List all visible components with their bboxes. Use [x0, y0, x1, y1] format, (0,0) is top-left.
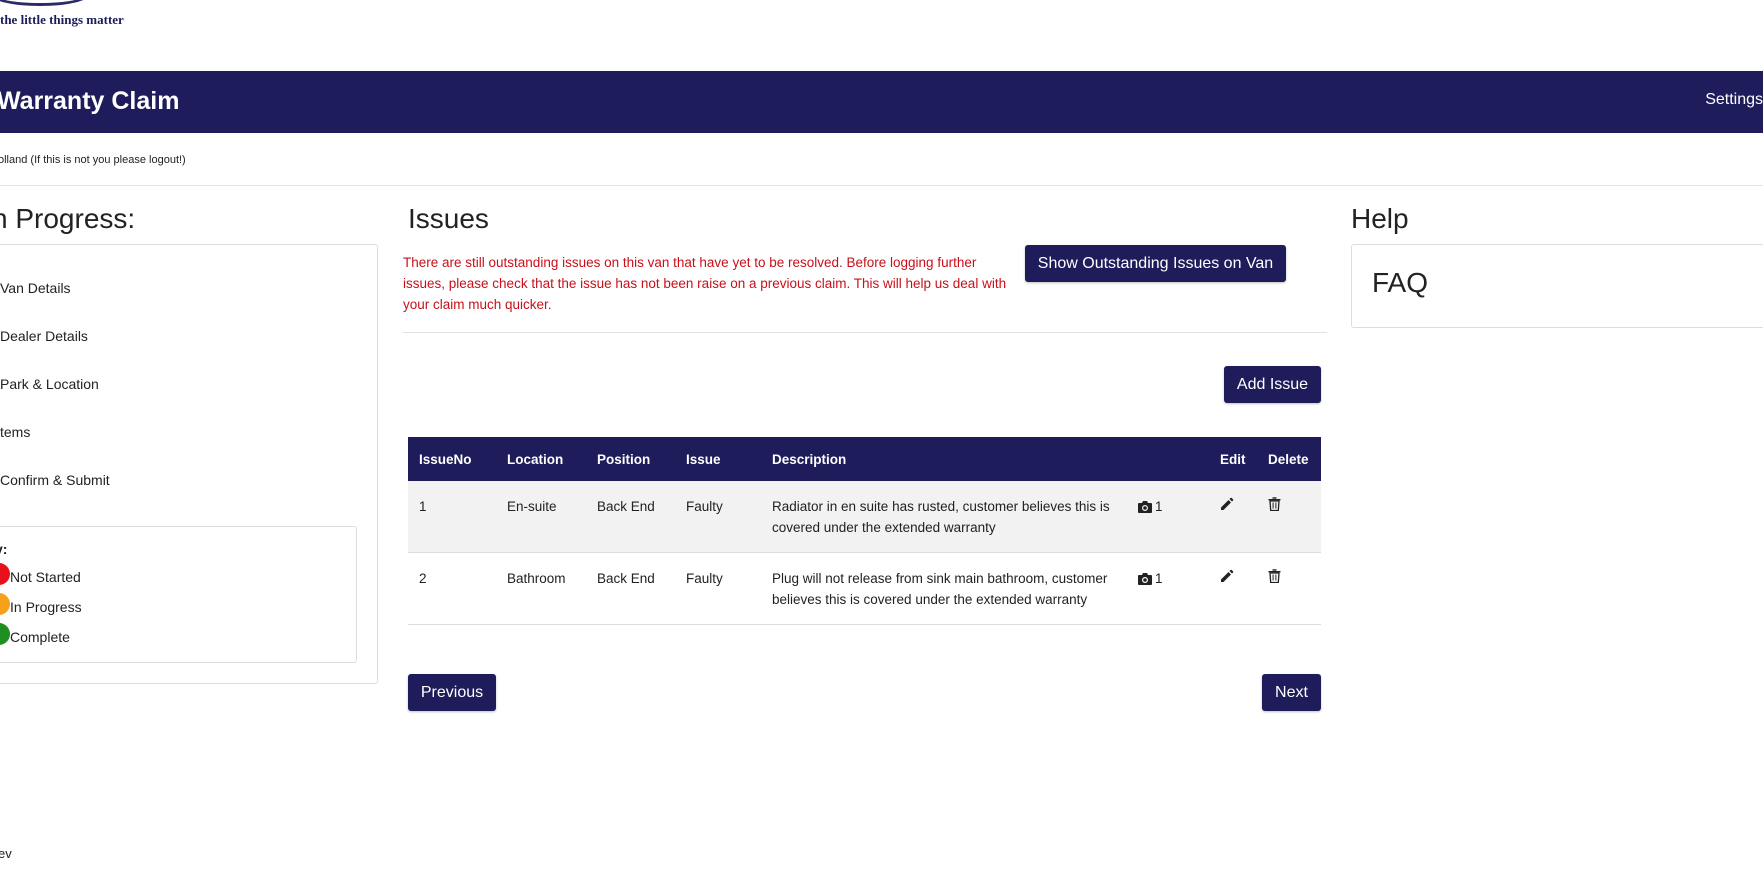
outstanding-issues-warning: There are still outstanding issues on th…	[403, 255, 1007, 312]
trash-icon	[1268, 569, 1281, 584]
brand-tagline: the little things matter	[0, 12, 124, 27]
step-van-details[interactable]: Van Details	[0, 280, 71, 296]
red-status-dot-icon	[0, 563, 10, 585]
status-key-title: y:	[0, 541, 8, 557]
table-row: 1 En-suite Back End Faulty Radiator in e…	[408, 481, 1321, 553]
progress-title: n Progress:	[0, 203, 136, 234]
photos-link[interactable]: 1	[1138, 568, 1163, 589]
cell-description: Plug will not release from sink main bat…	[761, 552, 1127, 625]
footer-text: ev	[0, 846, 12, 861]
logo	[0, 0, 90, 6]
camera-icon	[1138, 501, 1152, 513]
issues-table: IssueNo Location Position Issue Descript…	[408, 437, 1321, 625]
cell-photos: 1	[1127, 481, 1209, 553]
step-park-location[interactable]: Park & Location	[0, 376, 99, 392]
cell-photos: 1	[1127, 552, 1209, 625]
show-outstanding-issues-button[interactable]: Show Outstanding Issues on Van	[1025, 245, 1286, 282]
cell-location: En-suite	[496, 481, 586, 553]
column-header-photos	[1127, 437, 1209, 481]
status-key: y: Not Started In Progress Complete	[0, 526, 357, 663]
key-label: Complete	[10, 629, 70, 645]
photo-count: 1	[1155, 499, 1163, 514]
cell-edit	[1209, 552, 1257, 625]
column-header-edit: Edit	[1209, 437, 1257, 481]
trash-icon	[1268, 497, 1281, 512]
photo-count: 1	[1155, 571, 1163, 586]
cell-issue: Faulty	[675, 481, 761, 553]
table-row: 2 Bathroom Back End Faulty Plug will not…	[408, 552, 1321, 625]
help-panel: FAQ	[1351, 244, 1763, 328]
cell-issue-no: 1	[408, 481, 496, 553]
help-title: Help	[1351, 203, 1409, 234]
pencil-icon	[1221, 569, 1234, 582]
column-header-delete: Delete	[1257, 437, 1321, 481]
cell-edit	[1209, 481, 1257, 553]
cell-delete	[1257, 481, 1321, 553]
key-label: In Progress	[10, 599, 82, 615]
issues-title: Issues	[408, 203, 489, 234]
delete-button[interactable]	[1268, 568, 1281, 589]
cell-delete	[1257, 552, 1321, 625]
step-dealer-details[interactable]: Dealer Details	[0, 328, 88, 344]
table-header-row: IssueNo Location Position Issue Descript…	[408, 437, 1321, 481]
step-items[interactable]: tems	[0, 424, 30, 440]
user-notice: olland (If this is not you please logout…	[0, 154, 186, 166]
cell-position: Back End	[586, 481, 675, 553]
key-label: Not Started	[10, 569, 81, 585]
cell-issue: Faulty	[675, 552, 761, 625]
next-button[interactable]: Next	[1262, 674, 1321, 711]
page-title: Warranty Claim	[0, 87, 180, 115]
settings-link[interactable]: Settings	[1705, 91, 1763, 109]
divider	[403, 332, 1327, 333]
top-navbar: Warranty Claim Settings	[0, 71, 1763, 133]
column-header-location: Location	[496, 437, 586, 481]
green-status-dot-icon	[0, 623, 10, 645]
step-confirm-submit[interactable]: Confirm & Submit	[0, 472, 110, 488]
previous-button[interactable]: Previous	[408, 674, 496, 711]
divider	[0, 185, 1763, 186]
column-header-issue: Issue	[675, 437, 761, 481]
cell-location: Bathroom	[496, 552, 586, 625]
add-issue-button[interactable]: Add Issue	[1224, 366, 1321, 403]
cell-description: Radiator in en suite has rusted, custome…	[761, 481, 1127, 553]
edit-button[interactable]	[1220, 496, 1234, 517]
delete-button[interactable]	[1268, 496, 1281, 517]
faq-link[interactable]: FAQ	[1372, 267, 1428, 299]
cell-issue-no: 2	[408, 552, 496, 625]
column-header-issue-no: IssueNo	[408, 437, 496, 481]
pencil-icon	[1221, 497, 1234, 510]
column-header-position: Position	[586, 437, 675, 481]
photos-link[interactable]: 1	[1138, 496, 1163, 517]
camera-icon	[1138, 573, 1152, 585]
column-header-description: Description	[761, 437, 1127, 481]
edit-button[interactable]	[1220, 568, 1234, 589]
orange-status-dot-icon	[0, 593, 10, 615]
cell-position: Back End	[586, 552, 675, 625]
